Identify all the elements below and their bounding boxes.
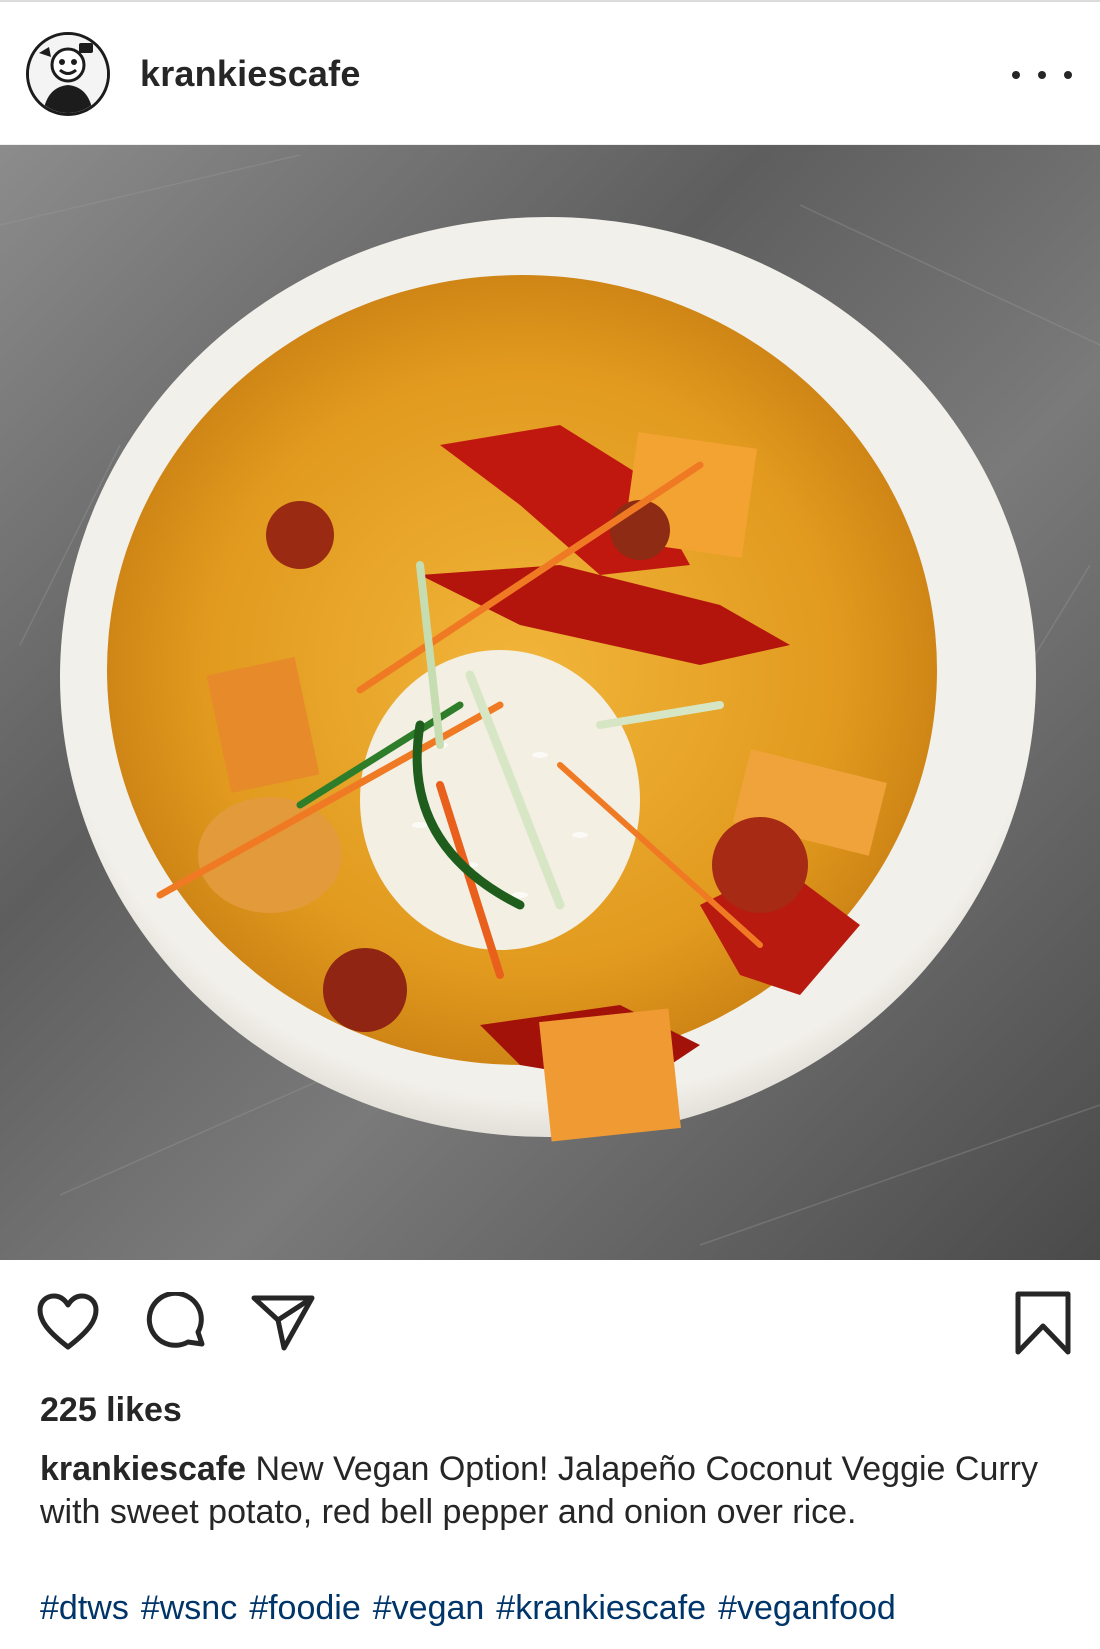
- hashtag-link[interactable]: #foodie: [249, 1589, 361, 1627]
- hashtag-link[interactable]: #dtws: [40, 1589, 129, 1627]
- bookmark-icon[interactable]: [1014, 1290, 1072, 1361]
- action-bar: [0, 1260, 1100, 1380]
- post-caption: krankiescafe New Vegan Option! Jalapeño …: [40, 1448, 1080, 1534]
- more-options-icon[interactable]: [1012, 60, 1072, 90]
- hashtag-link[interactable]: #vegan: [373, 1589, 485, 1627]
- heart-icon[interactable]: [36, 1292, 100, 1357]
- comment-icon[interactable]: [146, 1290, 208, 1359]
- paper-plane-icon[interactable]: [250, 1292, 316, 1357]
- likes-count[interactable]: 225 likes: [40, 1388, 182, 1432]
- avatar[interactable]: [26, 32, 110, 116]
- post-username[interactable]: krankiescafe: [140, 52, 361, 96]
- caption-username[interactable]: krankiescafe: [40, 1450, 246, 1488]
- hashtag-link[interactable]: #wsnc: [141, 1589, 237, 1627]
- post-header: krankiescafe: [0, 2, 1100, 145]
- hashtag-link[interactable]: #veganfood: [718, 1589, 896, 1627]
- post-image[interactable]: [0, 145, 1100, 1260]
- hashtag-link[interactable]: #krankiescafe: [496, 1589, 706, 1627]
- hashtag-list: #dtws #wsnc #foodie #vegan #krankiescafe #veg…: [40, 1586, 1090, 1630]
